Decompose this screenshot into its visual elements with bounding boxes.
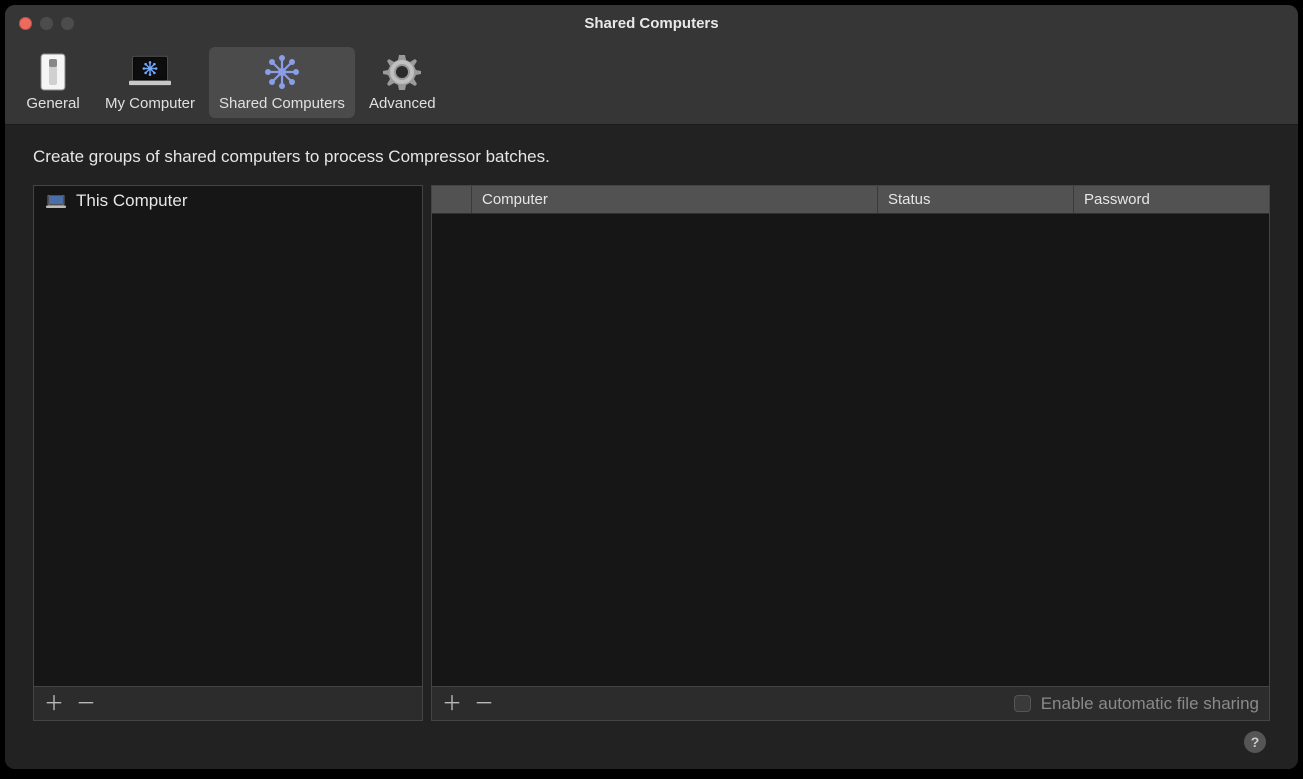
add-group-button[interactable]: ＋ — [44, 694, 62, 714]
groups-footer: ＋ － — [34, 686, 422, 720]
computers-footer: ＋ － Enable automatic file sharing — [432, 686, 1269, 720]
laptop-icon — [46, 194, 66, 208]
tab-shared-computers[interactable]: Shared Computers — [209, 47, 355, 118]
column-header-password[interactable]: Password — [1074, 186, 1269, 213]
computers-panel: Computer Status Password ＋ － Enable auto… — [431, 185, 1270, 721]
tab-label: My Computer — [105, 95, 195, 112]
tab-general[interactable]: General — [15, 47, 91, 118]
help-button[interactable]: ? — [1244, 731, 1266, 753]
description-text: Create groups of shared computers to pro… — [33, 147, 1270, 167]
file-sharing-checkbox[interactable] — [1014, 695, 1031, 712]
tab-advanced[interactable]: Advanced — [359, 47, 446, 118]
computers-table-body[interactable] — [432, 214, 1269, 686]
panels: This Computer ＋ － Computer Status Passwo… — [33, 185, 1270, 721]
groups-list[interactable]: This Computer — [34, 186, 422, 686]
shared-computers-icon — [261, 51, 303, 93]
help-area: ? — [33, 721, 1270, 757]
add-computer-button[interactable]: ＋ — [442, 694, 460, 714]
window-title: Shared Computers — [5, 15, 1298, 32]
groups-panel: This Computer ＋ － — [33, 185, 423, 721]
table-header: Computer Status Password — [432, 186, 1269, 214]
gear-icon — [381, 51, 423, 93]
preferences-toolbar: General — [5, 41, 1298, 125]
file-sharing-label: Enable automatic file sharing — [1041, 694, 1259, 714]
tab-label: General — [26, 95, 79, 112]
titlebar: Shared Computers — [5, 5, 1298, 41]
my-computer-icon — [129, 51, 171, 93]
remove-group-button[interactable]: － — [76, 694, 94, 714]
list-item-label: This Computer — [76, 191, 187, 211]
column-header-status[interactable]: Status — [878, 186, 1074, 213]
minimize-button[interactable] — [40, 17, 53, 30]
tab-label: Advanced — [369, 95, 436, 112]
close-button[interactable] — [19, 17, 32, 30]
traffic-lights — [5, 17, 74, 30]
general-icon — [32, 51, 74, 93]
content-area: Create groups of shared computers to pro… — [5, 125, 1298, 769]
tab-my-computer[interactable]: My Computer — [95, 47, 205, 118]
zoom-button[interactable] — [61, 17, 74, 30]
tab-label: Shared Computers — [219, 95, 345, 112]
list-item[interactable]: This Computer — [34, 186, 422, 216]
preferences-window: Shared Computers General — [5, 5, 1298, 769]
column-header-computer[interactable]: Computer — [472, 186, 878, 213]
table-sort-column[interactable] — [432, 186, 472, 213]
file-sharing-option[interactable]: Enable automatic file sharing — [1014, 694, 1259, 714]
remove-computer-button[interactable]: － — [474, 694, 492, 714]
